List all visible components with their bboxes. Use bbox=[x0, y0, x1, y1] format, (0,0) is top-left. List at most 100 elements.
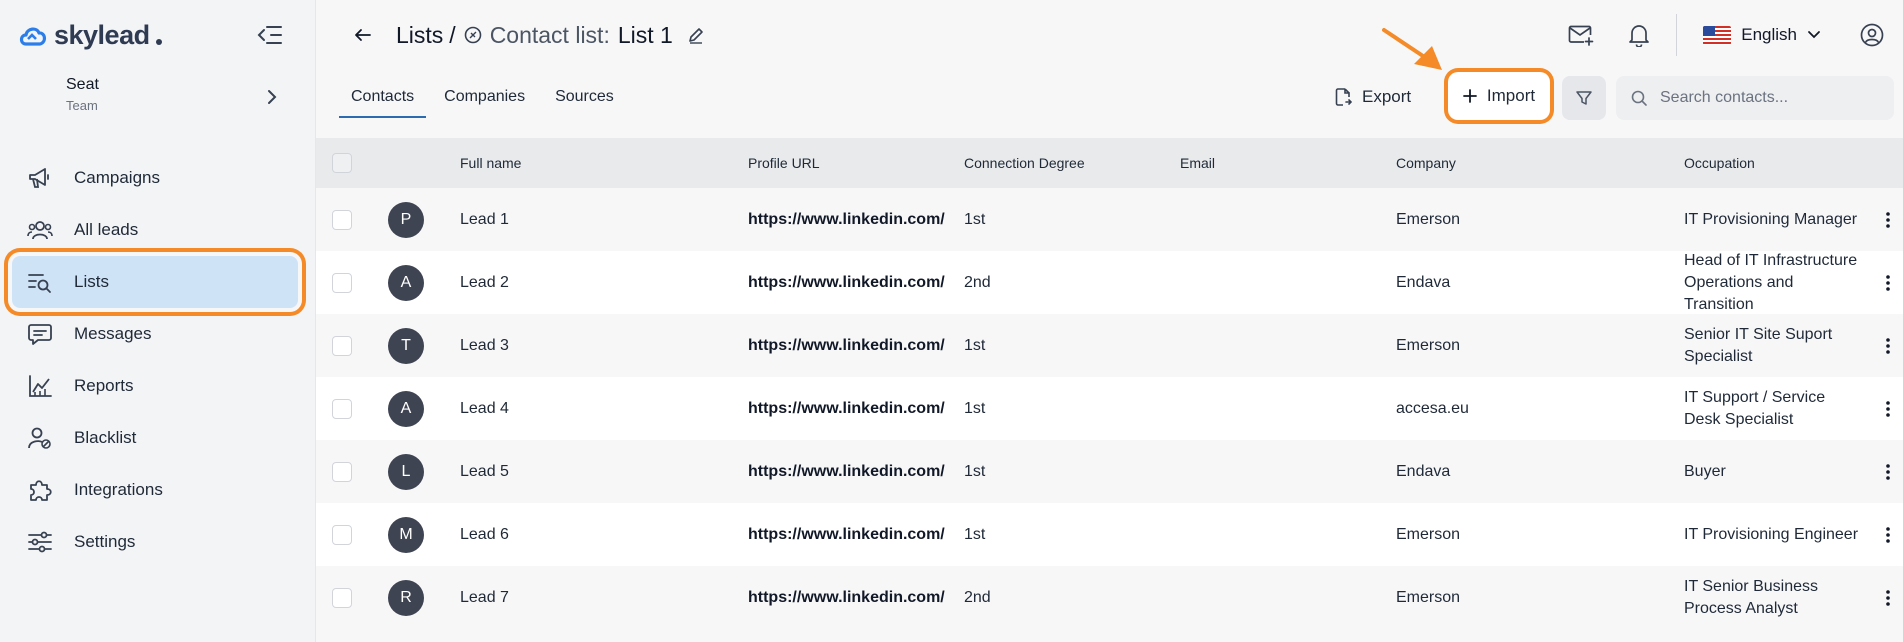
full-name-cell[interactable]: Lead 1 bbox=[460, 188, 730, 251]
connection-degree-cell: 2nd bbox=[964, 588, 991, 606]
profile-url-cell[interactable]: https://www.linkedin.com/ bbox=[748, 314, 948, 377]
profile-url-cell[interactable]: https://www.linkedin.com/ bbox=[748, 188, 948, 251]
table-row[interactable]: A Lead 4 https://www.linkedin.com/1st acces… bbox=[316, 377, 1903, 440]
full-name-cell[interactable]: Lead 7 bbox=[460, 566, 730, 629]
column-header-full-name[interactable]: Full name bbox=[460, 138, 521, 188]
email-cell bbox=[1180, 314, 1380, 377]
full-name-cell[interactable]: Lead 6 bbox=[460, 503, 730, 566]
notifications-button[interactable] bbox=[1618, 14, 1660, 56]
full-name-cell[interactable]: Lead 5 bbox=[460, 440, 730, 503]
sidebar-item-settings[interactable]: Settings bbox=[12, 516, 298, 568]
sidebar-item-label: All leads bbox=[74, 220, 139, 239]
avatar-cell: T bbox=[388, 314, 424, 377]
table-row[interactable]: T Lead 3 https://www.linkedin.com/1st Emers… bbox=[316, 314, 1903, 377]
connection-degree-cell: 1st bbox=[964, 462, 986, 480]
full-name-cell[interactable]: Lead 2 bbox=[460, 251, 730, 314]
table-row[interactable]: P Lead 1 https://www.linkedin.com/1st Emers… bbox=[316, 188, 1903, 251]
row-more-button[interactable] bbox=[1878, 188, 1898, 251]
profile-url-cell[interactable]: https://www.linkedin.com/ bbox=[748, 503, 948, 566]
row-checkbox[interactable] bbox=[332, 272, 352, 293]
column-header-email[interactable]: Email bbox=[1180, 138, 1215, 188]
users-icon bbox=[26, 216, 54, 244]
row-more-button[interactable] bbox=[1878, 251, 1898, 314]
column-header-connection-degree[interactable]: Connection Degree bbox=[964, 138, 1085, 188]
sidebar-item-blacklist[interactable]: Blacklist bbox=[12, 412, 298, 464]
full-name-cell[interactable]: Lead 3 bbox=[460, 314, 730, 377]
occupation-cell: IT Support / Service Desk Specialist bbox=[1684, 377, 1864, 440]
logo-dot bbox=[155, 39, 162, 45]
seat-selector[interactable]: Seat Team bbox=[66, 76, 286, 122]
row-more-button[interactable] bbox=[1878, 503, 1898, 566]
sidebar-item-all-leads[interactable]: All leads bbox=[12, 204, 298, 256]
row-more-button[interactable] bbox=[1878, 440, 1898, 503]
occupation-text: IT Support / Service Desk Specialist bbox=[1684, 388, 1826, 428]
more-vertical-icon bbox=[1886, 400, 1890, 417]
sidebar-item-label: Integrations bbox=[74, 480, 163, 499]
search-input[interactable] bbox=[1660, 89, 1880, 107]
table-row[interactable]: A Lead 2 https://www.linkedin.com/2nd Endav… bbox=[316, 251, 1903, 314]
row-more-button[interactable] bbox=[1878, 314, 1898, 377]
tab-companies[interactable]: Companies bbox=[432, 78, 537, 118]
connection-degree-cell: 1st bbox=[964, 399, 986, 417]
table-row[interactable]: L Lead 5 https://www.linkedin.com/1st Endav… bbox=[316, 440, 1903, 503]
collapse-sidebar-button[interactable] bbox=[254, 20, 286, 50]
tab-sources[interactable]: Sources bbox=[543, 78, 626, 118]
profile-button[interactable] bbox=[1851, 14, 1893, 56]
table-header: Full name Profile URL Connection Degree … bbox=[316, 138, 1903, 188]
occupation-cell: IT Senior Business Process Analyst bbox=[1684, 566, 1864, 629]
sliders-icon bbox=[26, 528, 54, 556]
select-all-checkbox[interactable] bbox=[332, 153, 352, 173]
export-button[interactable]: Export bbox=[1334, 78, 1411, 116]
column-header-occupation[interactable]: Occupation bbox=[1684, 138, 1755, 188]
column-header-profile-url[interactable]: Profile URL bbox=[748, 138, 820, 188]
row-checkbox[interactable] bbox=[332, 461, 352, 482]
import-button[interactable]: Import bbox=[1448, 72, 1550, 120]
sidebar-item-integrations[interactable]: Integrations bbox=[12, 464, 298, 516]
row-checkbox[interactable] bbox=[332, 587, 352, 608]
connection-degree-cell: 1st bbox=[964, 336, 986, 354]
row-select-cell bbox=[332, 503, 352, 566]
row-checkbox[interactable] bbox=[332, 209, 352, 230]
sidebar-item-lists[interactable]: Lists bbox=[12, 256, 298, 308]
row-more-button[interactable] bbox=[1878, 377, 1898, 440]
plus-icon bbox=[1463, 89, 1477, 103]
user-circle-icon bbox=[1860, 23, 1884, 47]
column-header-company[interactable]: Company bbox=[1396, 138, 1456, 188]
sidebar-item-campaigns[interactable]: Campaigns bbox=[12, 152, 298, 204]
company-cell: Endava bbox=[1396, 462, 1451, 480]
language-selector[interactable]: English bbox=[1703, 25, 1821, 45]
select-all-cell bbox=[332, 138, 352, 188]
row-checkbox[interactable] bbox=[332, 335, 352, 356]
table-row[interactable]: M Lead 6 https://www.linkedin.com/1st Emers… bbox=[316, 503, 1903, 566]
occupation-text: IT Provisioning Manager bbox=[1684, 210, 1858, 228]
profile-url-cell[interactable]: https://www.linkedin.com/ bbox=[748, 566, 948, 629]
row-select-cell bbox=[332, 188, 352, 251]
row-checkbox[interactable] bbox=[332, 398, 352, 419]
sidebar-item-messages[interactable]: Messages bbox=[12, 308, 298, 360]
avatar: T bbox=[388, 327, 424, 364]
company-cell: Emerson bbox=[1396, 336, 1461, 354]
profile-url-cell[interactable]: https://www.linkedin.com/ bbox=[748, 440, 948, 503]
logo[interactable]: skylead bbox=[18, 18, 162, 52]
filter-button[interactable] bbox=[1562, 76, 1606, 120]
cloud-logo-icon bbox=[19, 27, 46, 46]
bell-icon bbox=[1629, 25, 1650, 47]
profile-url-cell[interactable]: https://www.linkedin.com/ bbox=[748, 377, 948, 440]
more-vertical-icon bbox=[1886, 463, 1890, 480]
table-row[interactable]: R Lead 7 https://www.linkedin.com/2nd Emers… bbox=[316, 566, 1903, 629]
row-more-button[interactable] bbox=[1878, 566, 1898, 629]
sidebar-item-label: Settings bbox=[74, 532, 136, 551]
full-name-cell[interactable]: Lead 4 bbox=[460, 377, 730, 440]
tab-contacts[interactable]: Contacts bbox=[339, 78, 427, 118]
row-select-cell bbox=[332, 314, 352, 377]
mail-add-button[interactable] bbox=[1560, 14, 1602, 56]
edit-icon[interactable] bbox=[687, 26, 705, 44]
email-cell bbox=[1180, 188, 1380, 251]
row-checkbox[interactable] bbox=[332, 524, 352, 545]
back-button[interactable] bbox=[348, 20, 378, 50]
sidebar-item-reports[interactable]: Reports bbox=[12, 360, 298, 412]
breadcrumb-lists[interactable]: Lists bbox=[396, 22, 443, 49]
logo-text: skylead bbox=[54, 19, 150, 50]
row-select-cell bbox=[332, 377, 352, 440]
profile-url-cell[interactable]: https://www.linkedin.com/ bbox=[748, 251, 948, 314]
